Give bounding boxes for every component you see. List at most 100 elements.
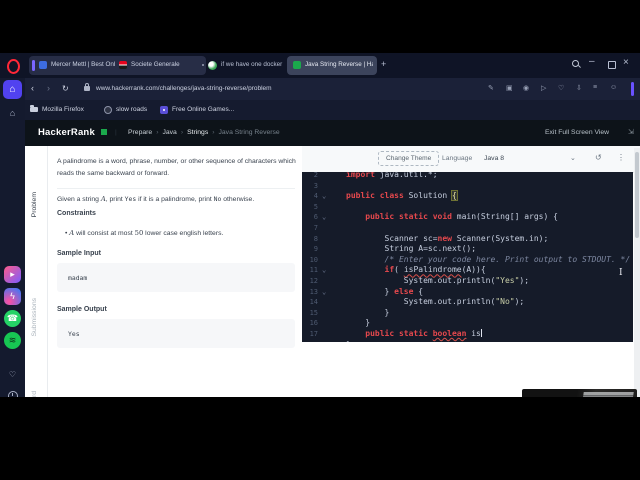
shield-icon[interactable]: ◉	[523, 84, 529, 92]
hackerrank-logo-block	[101, 129, 107, 135]
sidebar-panel-icon[interactable]: ▷	[541, 84, 546, 92]
code-text: public static void main(String[] args) {	[365, 212, 558, 222]
line-number: 2	[313, 172, 318, 179]
hackerrank-logo[interactable]: HackerRank	[38, 127, 95, 138]
code-line[interactable]: 7	[302, 223, 633, 234]
home-icon[interactable]: ⌂	[0, 108, 25, 118]
tab-favicon-mettl	[39, 61, 47, 69]
code-line[interactable]: 10 /* Enter your code here. Print output…	[302, 255, 633, 266]
sample-input-title: Sample Input	[57, 250, 101, 257]
tab-title-hackerrank: Java String Reverse | Hack...	[305, 61, 373, 68]
bookmark-mozilla-firefox[interactable]: Mozilla Firefox	[42, 106, 84, 113]
code-line[interactable]: 13 ⌄ } else {	[302, 287, 633, 298]
fold-chevron-icon[interactable]: ⌄	[322, 287, 332, 298]
maximize-button[interactable]	[608, 61, 616, 69]
line-number: 9	[313, 245, 318, 254]
tab-hackerrank-active[interactable]: Java String Reverse | Hack...	[287, 56, 377, 75]
content-area: Problem Submissions Leaderboard A palind…	[25, 146, 640, 397]
breadcrumb-strings[interactable]: Strings	[187, 129, 208, 136]
favorites-heart-icon[interactable]: ♡	[0, 370, 25, 379]
share-icon[interactable]: ✎	[488, 84, 494, 92]
pinned-app-icon[interactable]: ▸	[4, 266, 21, 283]
code-line[interactable]: 14 System.out.println("No");	[302, 297, 633, 308]
bookmark-free-online-games[interactable]: Free Online Games...	[172, 106, 234, 113]
line-number: 13	[309, 287, 318, 296]
address-bar[interactable]: www.hackerrank.com/challenges/java-strin…	[96, 85, 272, 92]
code-line[interactable]: 5	[302, 202, 633, 213]
code-text: System.out.println("Yes");	[346, 275, 530, 285]
whatsapp-icon[interactable]: ☎	[4, 310, 21, 327]
constraints-title: Constraints	[57, 210, 96, 217]
page-scrollbar-thumb[interactable]	[635, 152, 639, 238]
code-line[interactable]: 4 ⌄ public class Solution {	[302, 190, 633, 202]
opera-logo-icon[interactable]	[7, 59, 20, 74]
code-line[interactable]: 9 String A=sc.next();	[302, 244, 633, 255]
line-number: 6	[313, 213, 318, 222]
sample-input-box: madam	[57, 263, 295, 292]
code-line[interactable]: 16 }	[302, 318, 633, 329]
code-line[interactable]: 17 public static boolean is	[302, 328, 633, 340]
tab-favicon-societe-generale	[119, 61, 127, 69]
code-line[interactable]: 15 }	[302, 308, 633, 319]
nav-divider: |	[115, 129, 117, 136]
tab-problem[interactable]: Problem	[31, 192, 38, 217]
back-icon[interactable]: ‹	[31, 83, 34, 94]
fold-chevron-icon[interactable]: ⌄	[322, 265, 332, 276]
bookmarks-bar: Mozilla Firefox slow roads Free Online G…	[0, 100, 640, 120]
tab-leaderboard[interactable]: Leaderboard	[31, 391, 38, 397]
fold-chevron-icon[interactable]: ⌄	[322, 191, 332, 202]
spotify-icon[interactable]: ≋	[4, 332, 21, 349]
tab-societe-generale[interactable]: Societe Generale	[131, 61, 201, 68]
line-number: 4	[313, 192, 318, 201]
line-number: 11	[309, 266, 318, 275]
breadcrumb-java[interactable]: Java	[162, 129, 176, 136]
close-button[interactable]: ×	[623, 58, 629, 68]
code-text: }	[346, 318, 371, 328]
code-text: System.out.println("No");	[346, 297, 525, 307]
account-icon[interactable]: ☺	[610, 84, 617, 91]
messenger-icon[interactable]: ϟ	[4, 288, 21, 305]
tab-search-icon[interactable]	[572, 60, 579, 67]
line-number: 10	[309, 255, 318, 264]
code-editor[interactable]: 2 import java.util.*; 3 4 ⌄ public class Solu…	[302, 172, 633, 342]
reload-icon[interactable]: ↻	[62, 83, 69, 94]
tab-separator-dot	[202, 64, 204, 66]
editor-menu-kebab-icon[interactable]: ⋮	[617, 153, 625, 162]
bookmark-slow-roads[interactable]: slow roads	[116, 106, 147, 113]
code-line[interactable]: 3	[302, 181, 633, 192]
breadcrumb-separator-icon: ›	[156, 129, 159, 136]
code-text: }	[346, 340, 351, 343]
new-tab-button[interactable]: +	[381, 59, 386, 69]
code-line[interactable]: 18}	[302, 340, 633, 343]
code-line[interactable]: 8 Scanner sc=new Scanner(System.in);	[302, 234, 633, 245]
bookmark-heart-icon[interactable]: ♡	[558, 84, 564, 92]
exit-fullscreen-button[interactable]: Exit Full Screen View	[545, 129, 609, 136]
code-line[interactable]: 11 ⌄ if( isPalindrome(A)){	[302, 265, 633, 276]
language-select[interactable]: Java 8	[484, 155, 574, 162]
tab-docker-question[interactable]: if we have one docker im...	[221, 61, 283, 68]
code-text: if( isPalindrome(A)){	[384, 265, 486, 275]
page-scrollbar[interactable]	[634, 148, 640, 397]
tab-mettl[interactable]: Mercer Mettl | Best Online...	[51, 61, 115, 68]
line-number: 5	[313, 202, 318, 211]
code-line[interactable]: 12 System.out.println("Yes");	[302, 276, 633, 287]
exit-fullscreen-icon[interactable]: ⇲	[628, 128, 634, 136]
change-theme-button[interactable]: Change Theme	[378, 151, 440, 166]
chevron-down-icon[interactable]: ⌄	[570, 154, 576, 162]
forward-icon[interactable]: ›	[47, 83, 50, 94]
language-label: Language	[442, 155, 473, 162]
download-icon[interactable]: ⇩	[576, 84, 582, 92]
breadcrumb-prepare[interactable]: Prepare	[128, 129, 152, 136]
screenshot-icon[interactable]: ▣	[506, 84, 513, 92]
code-line[interactable]: 2 import java.util.*;	[302, 172, 633, 181]
reset-code-icon[interactable]: ↺	[595, 153, 602, 162]
sample-input-value: madam	[68, 274, 88, 282]
sidebar-home-button[interactable]: ⌂	[3, 80, 22, 99]
history-clock-icon[interactable]	[8, 391, 18, 397]
minimize-button[interactable]: –	[589, 57, 595, 67]
tab-submissions[interactable]: Submissions	[31, 298, 38, 337]
code-line[interactable]: 6 ⌄ public static void main(String[] args…	[302, 212, 633, 223]
list-icon[interactable]: ≡	[593, 84, 597, 91]
fold-chevron-icon[interactable]: ⌄	[322, 212, 332, 223]
breadcrumb-current: Java String Reverse	[218, 129, 280, 136]
